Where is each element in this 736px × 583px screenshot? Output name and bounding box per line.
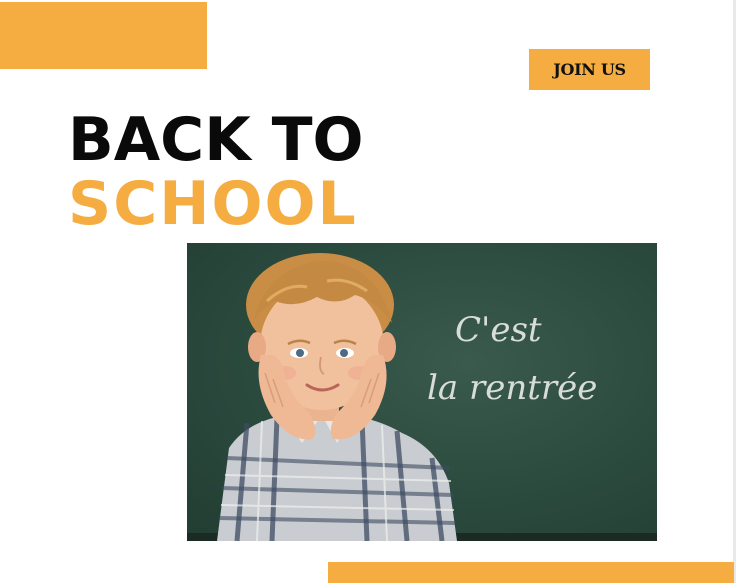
chalk-text-line2: la rentrée	[427, 368, 597, 408]
bottom-accent-bar	[328, 562, 734, 583]
headline-line-back-to: BACK TO	[68, 105, 364, 175]
boy-figure	[217, 253, 457, 541]
join-us-button[interactable]: JOIN US	[529, 49, 650, 90]
headline-line-school: SCHOOL	[68, 169, 358, 239]
headline: BACK TO SCHOOL	[68, 108, 364, 236]
chalk-text-line1: C'est	[455, 310, 542, 350]
top-accent-bar	[0, 2, 207, 69]
boy-at-chalkboard-photo: C'est la rentrée	[187, 243, 657, 541]
flyer-page: JOIN US BACK TO SCHOOL C'est la rentrée	[0, 0, 736, 583]
